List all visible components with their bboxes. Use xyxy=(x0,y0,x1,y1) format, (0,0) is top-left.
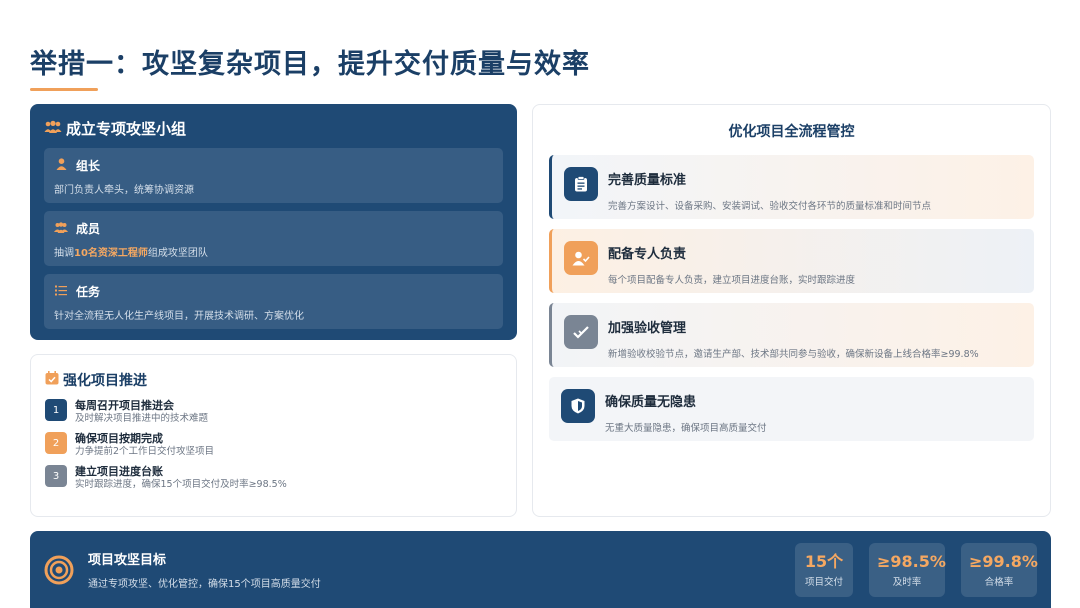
stat-timeliness-rate: ≥98.5% 及时率 xyxy=(869,542,946,597)
stat-pass-rate: ≥99.8% 合格率 xyxy=(961,542,1038,597)
special-team-card: 成立专项攻坚小组 组长 部门负责人牵头，统筹协调资源 成员 抽调10名资深工程师… xyxy=(30,104,517,340)
task-list-icon xyxy=(54,285,68,299)
push-step: 2 确保项目按期完成 力争提前2个工作日交付攻坚项目 xyxy=(45,432,502,458)
team-row-members: 成员 抽调10名资深工程师组成攻坚团队 xyxy=(44,211,503,266)
push-card-header: 强化项目推进 xyxy=(45,370,502,390)
stat-delivered-projects: 15个 项目交付 xyxy=(795,542,853,597)
flow-item-dedicated-owner: 配备专人负责 每个项目配备专人负责，建立项目进度台账，实时跟踪进度 xyxy=(549,229,1034,293)
team-card-title: 成立专项攻坚小组 xyxy=(66,120,187,138)
flow-item-desc: 新增验收校验节点，邀请生产部、技术部共同参与验收，确保新设备上线合格率≥99.8… xyxy=(608,349,979,360)
goal-banner: 项目攻坚目标 通过专项攻坚、优化管控，确保15个项目高质量交付 15个 项目交付… xyxy=(30,531,1051,608)
goal-stats: 15个 项目交付 ≥98.5% 及时率 ≥99.8% 合格率 xyxy=(795,542,1038,597)
flow-item-quality-standard: 完善质量标准 完善方案设计、设备采购、安装调试、验收交付各环节的质量标准和时间节… xyxy=(549,155,1034,219)
step-title: 确保项目按期完成 xyxy=(75,432,163,445)
flow-item-title: 配备专人负责 xyxy=(608,247,687,262)
desc-prefix: 抽调 xyxy=(54,248,74,259)
flow-item-title: 确保质量无隐患 xyxy=(605,395,697,410)
team-group-icon xyxy=(44,120,62,138)
calendar-check-icon xyxy=(45,371,59,389)
checkmark-icon xyxy=(564,315,598,349)
team-card-header: 成立专项攻坚小组 xyxy=(44,118,503,139)
flow-item-desc: 每个项目配备专人负责，建立项目进度台账，实时跟踪进度 xyxy=(608,275,856,286)
users-icon xyxy=(54,221,68,236)
step-number: 3 xyxy=(45,465,67,487)
title-underline xyxy=(30,88,98,91)
flow-item-acceptance: 加强验收管理 新增验收校验节点，邀请生产部、技术部共同参与验收，确保新设备上线合… xyxy=(549,303,1034,367)
user-check-icon xyxy=(564,241,598,275)
target-icon xyxy=(44,555,74,585)
stat-label: 项目交付 xyxy=(804,576,843,588)
flow-card-title: 优化项目全流程管控 xyxy=(728,124,855,140)
step-number: 1 xyxy=(45,399,67,421)
step-title: 每周召开项目推进会 xyxy=(75,399,174,412)
team-row-task: 任务 针对全流程无人化生产线项目，开展技术调研、方案优化 xyxy=(44,274,503,329)
step-desc: 力争提前2个工作日交付攻坚项目 xyxy=(75,446,215,457)
desc-highlight: 10名资深工程师 xyxy=(74,248,148,259)
flow-item-no-hazards: 确保质量无隐患 无重大质量隐患，确保项目高质量交付 xyxy=(549,377,1034,441)
goal-title: 项目攻坚目标 xyxy=(88,553,167,568)
team-row-desc: 部门负责人牵头，统筹协调资源 xyxy=(54,185,194,196)
stat-label: 合格率 xyxy=(984,576,1014,588)
flow-item-title: 完善质量标准 xyxy=(608,173,687,188)
push-card-title: 强化项目推进 xyxy=(63,373,147,389)
clipboard-icon xyxy=(564,167,598,201)
user-icon xyxy=(54,158,68,173)
team-row-title: 任务 xyxy=(76,285,101,299)
flow-item-desc: 无重大质量隐患，确保项目高质量交付 xyxy=(605,423,767,434)
process-control-card: 优化项目全流程管控 完善质量标准 完善方案设计、设备采购、安装调试、验收交付各环… xyxy=(532,104,1051,517)
flow-item-title: 加强验收管理 xyxy=(608,321,687,336)
step-number: 2 xyxy=(45,432,67,454)
flow-item-desc: 完善方案设计、设备采购、安装调试、验收交付各环节的质量标准和时间节点 xyxy=(608,201,932,212)
shield-icon xyxy=(561,389,595,423)
team-row-title: 成员 xyxy=(76,222,101,236)
team-row-desc: 抽调10名资深工程师组成攻坚团队 xyxy=(54,244,493,259)
stat-value: 15个 xyxy=(804,551,844,571)
team-row-title: 组长 xyxy=(76,159,101,173)
team-row-leader: 组长 部门负责人牵头，统筹协调资源 xyxy=(44,148,503,203)
desc-suffix: 组成攻坚团队 xyxy=(147,248,208,259)
push-step: 3 建立项目进度台账 实时跟踪进度，确保15个项目交付及时率≥98.5% xyxy=(45,465,502,491)
page-title: 举措一：攻坚复杂项目，提升交付质量与效率 xyxy=(30,49,590,80)
stat-value: ≥98.5% xyxy=(877,551,946,571)
step-desc: 及时解决项目推进中的技术难题 xyxy=(75,413,209,424)
goal-desc: 通过专项攻坚、优化管控，确保15个项目高质量交付 xyxy=(88,579,321,590)
push-step: 1 每周召开项目推进会 及时解决项目推进中的技术难题 xyxy=(45,399,502,425)
project-push-card: 强化项目推进 1 每周召开项目推进会 及时解决项目推进中的技术难题 2 确保项目… xyxy=(30,354,517,517)
stat-value: ≥99.8% xyxy=(969,551,1038,571)
stat-label: 及时率 xyxy=(892,576,922,588)
step-desc: 实时跟踪进度，确保15个项目交付及时率≥98.5% xyxy=(75,479,287,490)
team-row-desc: 针对全流程无人化生产线项目，开展技术调研、方案优化 xyxy=(54,311,304,322)
step-title: 建立项目进度台账 xyxy=(75,465,163,478)
